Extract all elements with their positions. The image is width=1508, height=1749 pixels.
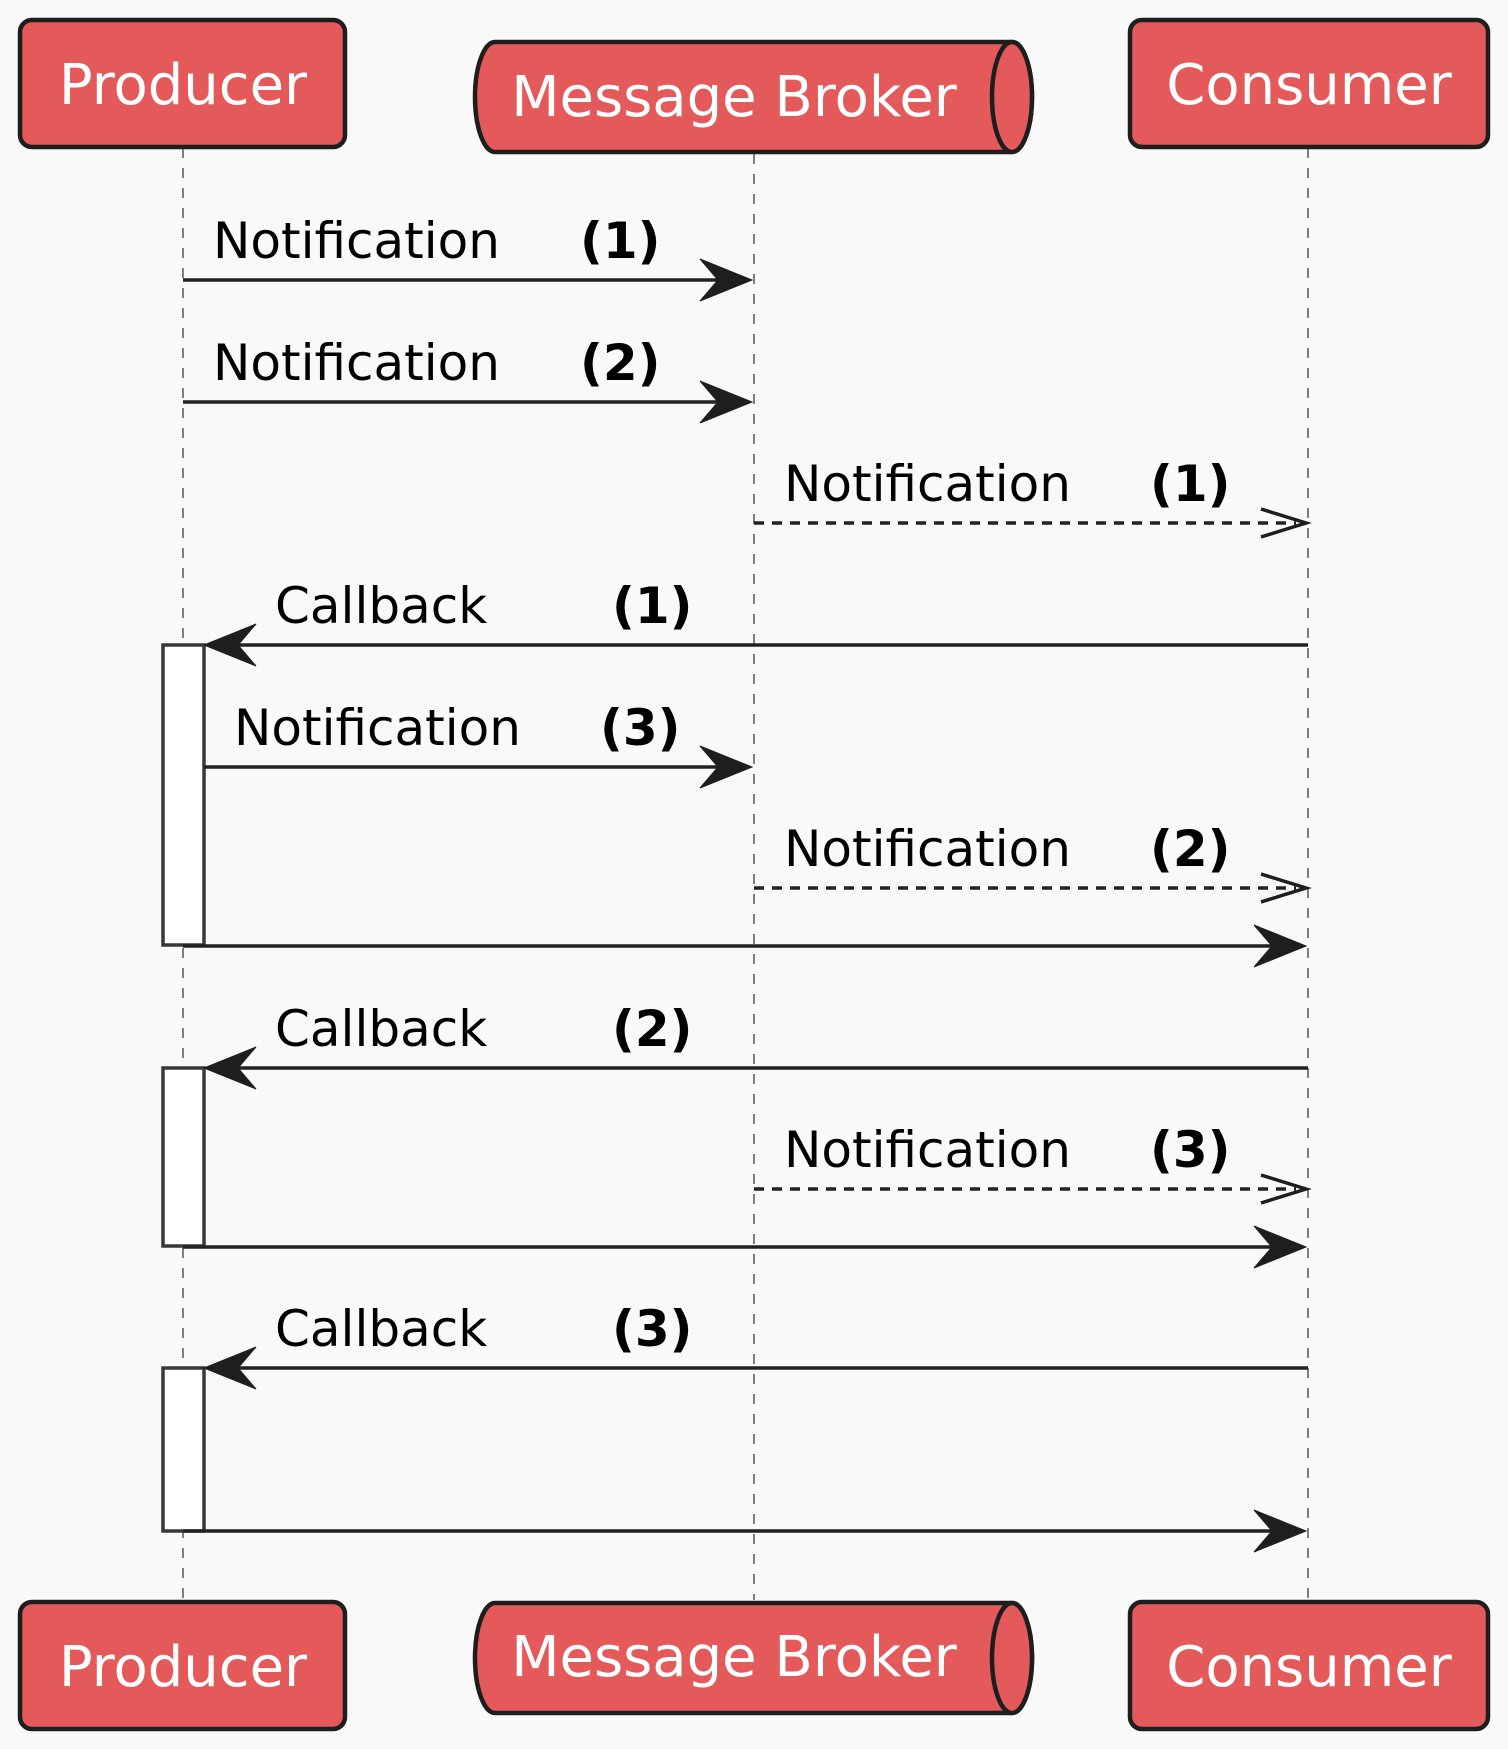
participant-label: Consumer	[1166, 53, 1453, 118]
message-number: (2)	[580, 334, 661, 392]
participant-consumer-bottom[interactable]: Consumer	[1127, 1599, 1491, 1732]
participants-bottom: Producer Message Broker Consumer	[17, 1599, 1491, 1732]
message-5: Notification (3)	[204, 699, 754, 789]
message-10	[183, 1225, 1308, 1269]
participant-label: Message Broker	[511, 65, 958, 130]
participant-producer-bottom[interactable]: Producer	[17, 1599, 348, 1732]
message-number: (1)	[580, 212, 661, 270]
participant-label: Producer	[59, 53, 308, 118]
message-11: Callback (3)	[202, 1300, 1308, 1390]
participant-broker-bottom[interactable]: Message Broker	[472, 1600, 1035, 1716]
message-label: Callback	[275, 577, 487, 635]
message-4: Callback (1)	[202, 577, 1308, 667]
participant-broker-top[interactable]: Message Broker	[472, 39, 1035, 155]
activation-bar	[161, 1366, 206, 1533]
participant-producer-top[interactable]: Producer	[17, 17, 348, 150]
participant-label: Message Broker	[511, 1625, 958, 1690]
message-label: Notification	[213, 334, 500, 392]
message-12	[183, 1509, 1308, 1553]
message-number: (3)	[1150, 1121, 1231, 1179]
message-label: Notification	[234, 699, 521, 757]
activations	[161, 643, 206, 1533]
message-6: Notification (2)	[754, 820, 1312, 904]
activation-bar	[161, 1066, 206, 1248]
message-number: (3)	[600, 699, 681, 757]
sequence-diagram: Producer Message Broker Consumer Notific…	[17, 17, 1491, 1732]
message-8: Callback (2)	[202, 1000, 1308, 1090]
message-number: (3)	[612, 1300, 693, 1358]
participant-label: Producer	[59, 1635, 308, 1700]
message-9: Notification (3)	[754, 1121, 1312, 1205]
messages: Notification (1)Notification (2)Notificati…	[183, 212, 1312, 1553]
message-1: Notification (1)	[183, 212, 754, 302]
participant-label: Consumer	[1166, 1635, 1453, 1700]
message-number: (2)	[612, 1000, 693, 1058]
message-number: (2)	[1150, 820, 1231, 878]
message-label: Callback	[275, 1300, 487, 1358]
queue-cap	[989, 1600, 1035, 1716]
message-label: Notification	[213, 212, 500, 270]
message-label: Notification	[784, 1121, 1071, 1179]
message-3: Notification (1)	[754, 455, 1312, 539]
queue-cap	[989, 39, 1035, 155]
message-number: (1)	[1150, 455, 1231, 513]
participants-top: Producer Message Broker Consumer	[17, 17, 1491, 155]
message-number: (1)	[612, 577, 693, 635]
message-label: Callback	[275, 1000, 487, 1058]
participant-consumer-top[interactable]: Consumer	[1127, 17, 1491, 150]
activation-bar	[161, 643, 206, 947]
message-label: Notification	[784, 820, 1071, 878]
message-label: Notification	[784, 455, 1071, 513]
message-2: Notification (2)	[183, 334, 754, 424]
message-7	[183, 924, 1308, 968]
